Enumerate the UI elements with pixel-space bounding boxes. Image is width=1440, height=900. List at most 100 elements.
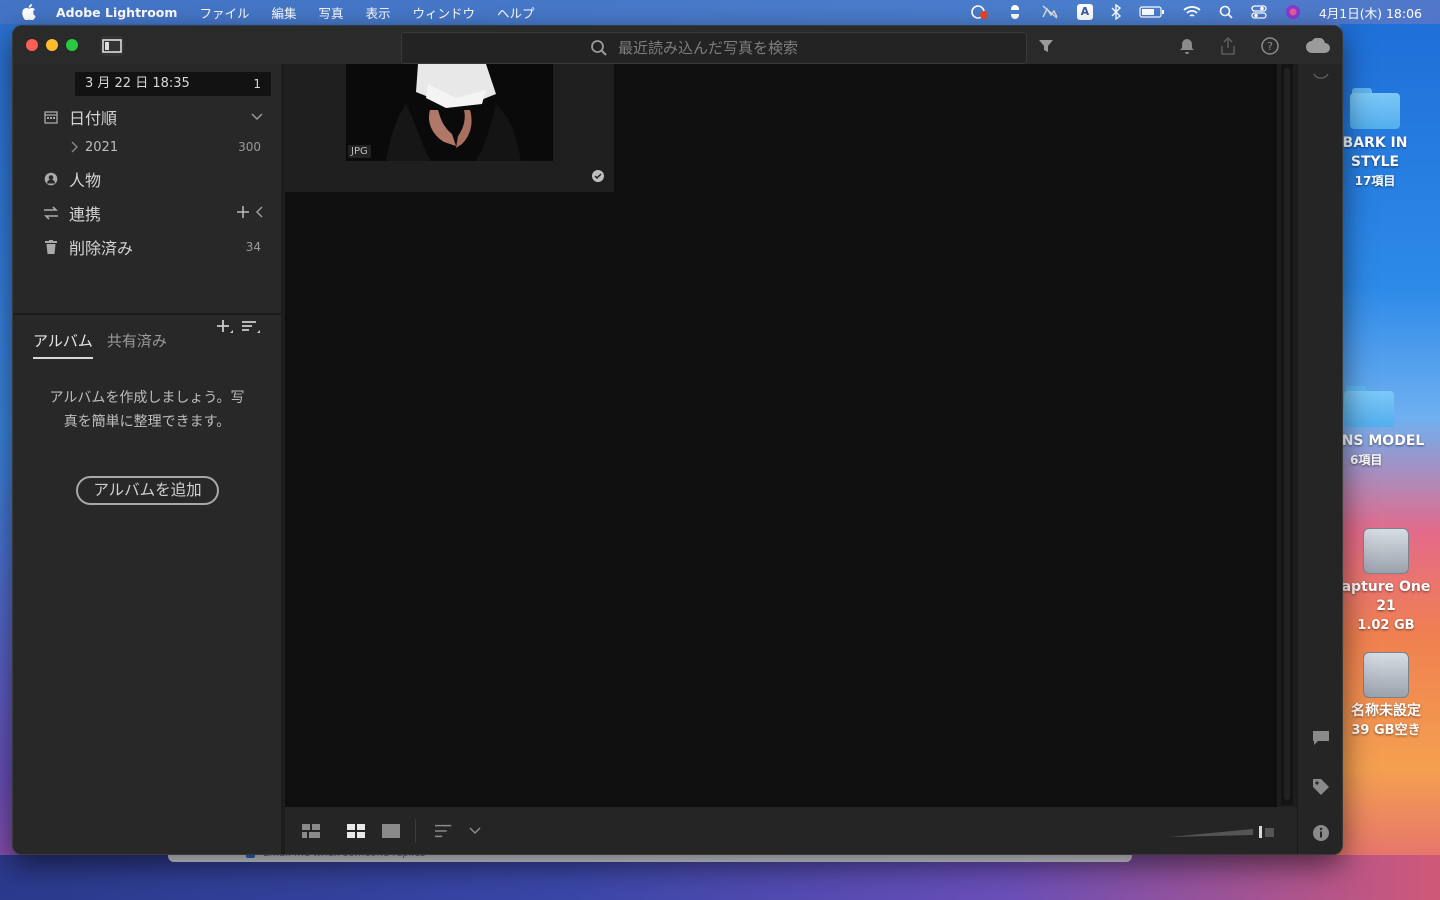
sidebar-item-deleted[interactable]: 削除済み 34 (13, 234, 281, 260)
sort-albums-icon[interactable] (240, 318, 260, 336)
single-view-icon[interactable] (382, 824, 400, 838)
info-icon[interactable] (1312, 824, 1330, 842)
photo-image (346, 64, 553, 161)
photo-grid: JPG (285, 64, 1277, 807)
date-tooltip-label: 3 月 22 日 18:35 (85, 76, 190, 91)
sidebar-item-year-2021[interactable]: 2021 300 (13, 134, 281, 160)
hard-drive-icon (1363, 652, 1409, 698)
sidebar-item-label: 人物 (69, 171, 102, 190)
desktop-icon-sublabel: 1.02 GB (1357, 618, 1415, 633)
sidebar-divider (13, 313, 281, 315)
edit-circle-icon[interactable] (1312, 70, 1330, 88)
chevron-right-icon[interactable] (67, 139, 83, 155)
bluetooth-icon[interactable] (1111, 4, 1121, 20)
trash-icon (43, 239, 59, 255)
sidebar-toggle-icon (102, 39, 122, 53)
status-area: A 4月1日(木) 18:06 (951, 0, 1422, 24)
date-tooltip: 3 月 22 日 18:35 1 (75, 72, 271, 96)
photo-card[interactable]: JPG (285, 64, 614, 192)
sidebar-item-label: 削除済み (69, 239, 134, 258)
add-album-icon[interactable] (215, 318, 233, 336)
sidebar-item-connections[interactable]: 連携 (13, 200, 281, 226)
grid-view-icon[interactable] (347, 824, 365, 838)
right-rail (1297, 64, 1342, 854)
menu-file[interactable]: ファイル (199, 3, 249, 22)
help-icon[interactable]: ? (1261, 37, 1279, 55)
input-method-icon[interactable]: A (1076, 4, 1093, 20)
desktop-folder-ns-model[interactable]: NS MODEL 6項目 (1340, 386, 1426, 470)
desktop-drive-untitled[interactable]: 名称未設定 39 GB空き (1340, 652, 1432, 740)
tab-shared[interactable]: 共有済み (107, 330, 167, 359)
sidebar-item-label: 日付順 (69, 109, 118, 128)
wifi-icon[interactable] (1183, 5, 1201, 19)
chevron-down-icon[interactable] (466, 824, 484, 838)
thumbnail-size-slider[interactable] (1155, 821, 1275, 843)
chevron-down-icon[interactable] (251, 110, 263, 124)
square-grid-view-icon[interactable] (302, 824, 320, 838)
desktop-disk-capture-one[interactable]: apture One 21 1.02 GB (1340, 528, 1432, 635)
add-album-button[interactable]: アルバムを追加 (76, 476, 219, 505)
desktop-icon-sublabel: 39 GB空き (1351, 723, 1421, 738)
bottom-toolbar (285, 807, 1297, 854)
menu-help[interactable]: ヘルプ (497, 3, 535, 22)
desktop-icon-sublabel: 17項目 (1354, 174, 1396, 188)
title-bar: ? (13, 26, 1342, 64)
menu-view[interactable]: 表示 (365, 3, 390, 22)
creative-cloud-icon[interactable] (969, 4, 989, 20)
synced-check-icon (592, 170, 604, 182)
sidebar-item-count: 300 (238, 140, 261, 154)
sidebar-item-by-date[interactable]: 日付順 (13, 104, 281, 130)
control-center-icon[interactable] (1251, 5, 1267, 19)
search-icon (591, 40, 607, 56)
notifications-icon[interactable] (1178, 37, 1196, 55)
spotlight-icon[interactable] (1219, 5, 1233, 19)
toolbar-divider (415, 819, 416, 843)
lightroom-window: ? 3 月 22 日 18:35 1 日付順 2021 300 人物 連携 (12, 25, 1343, 855)
sync-icon[interactable] (1007, 4, 1023, 20)
chevron-left-icon[interactable] (255, 205, 263, 221)
panel-toggle-button[interactable] (100, 36, 124, 56)
add-connection-icon[interactable] (237, 205, 249, 221)
network-off-icon[interactable] (1041, 5, 1059, 19)
desktop-icon-sublabel: 6項目 (1350, 453, 1383, 467)
sidebar-item-count: 34 (245, 240, 261, 254)
svg-text:?: ? (1267, 40, 1273, 53)
album-tabs: アルバム 共有済み (33, 330, 181, 359)
date-tooltip-count: 1 (253, 77, 261, 91)
menubar-clock[interactable]: 4月1日(木) 18:06 (1319, 3, 1422, 22)
apple-icon[interactable] (22, 4, 36, 20)
filter-icon[interactable] (1037, 37, 1055, 55)
sidebar-item-people[interactable]: 人物 (13, 166, 281, 192)
maximize-button[interactable] (66, 39, 78, 51)
file-type-badge: JPG (348, 145, 371, 158)
desktop-icon-label: 21 (1376, 598, 1396, 614)
menu-photo[interactable]: 写真 (318, 3, 343, 22)
keyword-tag-icon[interactable] (1312, 778, 1330, 796)
sort-icon[interactable] (435, 824, 453, 838)
desktop-icon-label: apture One (1341, 579, 1431, 595)
cloud-sync-icon[interactable] (1305, 37, 1331, 55)
desktop-folder-bark-in-style[interactable]: BARK IN STYLE 17項目 (1340, 88, 1410, 191)
tab-albums[interactable]: アルバム (33, 330, 93, 359)
menu-window[interactable]: ウィンドウ (413, 3, 476, 22)
close-button[interactable] (26, 39, 38, 51)
battery-icon[interactable] (1139, 6, 1165, 18)
share-icon[interactable] (1219, 37, 1237, 55)
search-input[interactable] (618, 39, 838, 57)
siri-icon[interactable] (1285, 4, 1301, 20)
comment-icon[interactable] (1312, 729, 1330, 747)
grid-scrollbar[interactable] (1281, 64, 1293, 805)
left-sidebar: 3 月 22 日 18:35 1 日付順 2021 300 人物 連携 削除済み… (13, 64, 281, 854)
scrollbar-thumb[interactable] (1284, 68, 1290, 800)
search-bar[interactable] (401, 32, 1027, 64)
menu-edit[interactable]: 編集 (271, 3, 296, 22)
minimize-button[interactable] (46, 39, 58, 51)
disk-image-icon (1363, 528, 1409, 574)
sidebar-item-label: 2021 (85, 139, 119, 155)
photo-thumbnail[interactable] (346, 64, 553, 161)
input-method-label: A (1076, 4, 1093, 20)
connect-arrows-icon (43, 205, 59, 221)
app-name-menu[interactable]: Adobe Lightroom (56, 5, 177, 20)
folder-icon (1344, 386, 1394, 427)
folder-icon (1350, 88, 1400, 129)
